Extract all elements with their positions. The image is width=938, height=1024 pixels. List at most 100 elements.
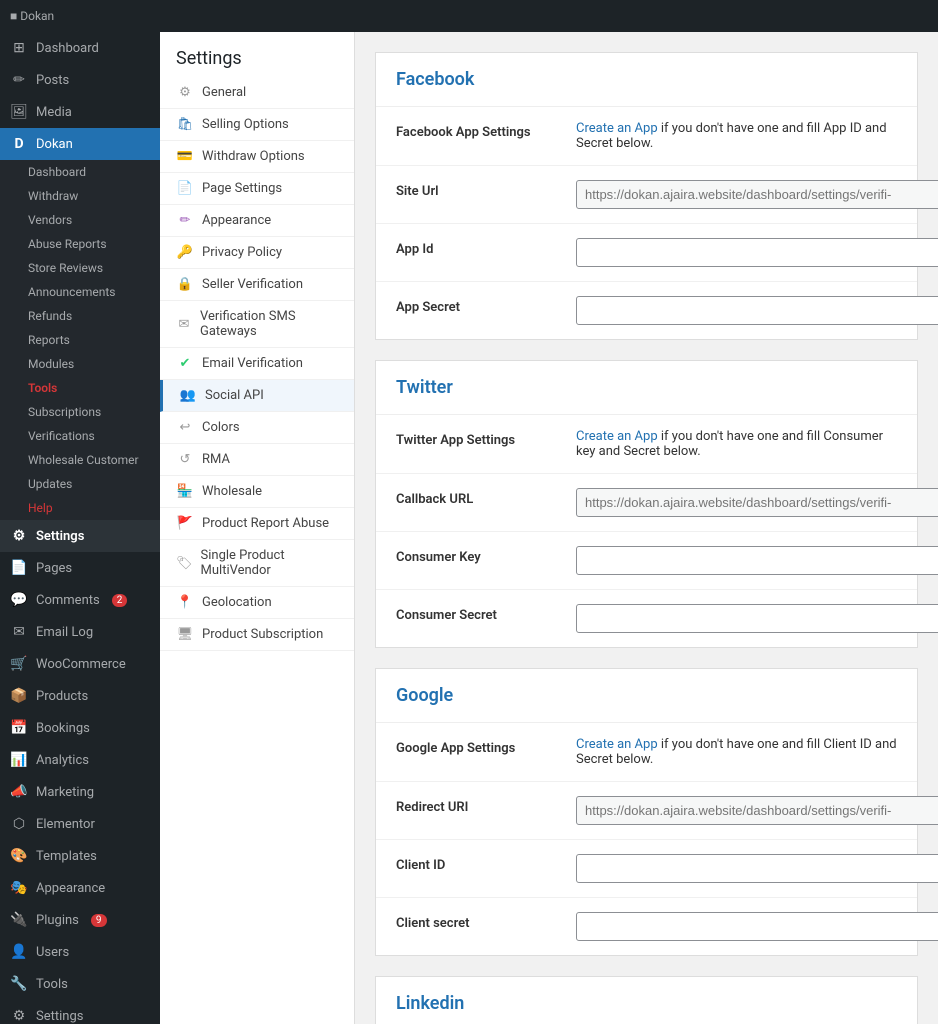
twitter-consumer-secret-row: Consumer Secret (376, 590, 917, 647)
settings-item-page-settings[interactable]: 📄 Page Settings (160, 173, 354, 205)
google-redirect-uri-input[interactable] (576, 796, 938, 825)
google-client-secret-value (576, 912, 938, 941)
settings-item-appearance[interactable]: ✏ Appearance (160, 205, 354, 237)
sidebar-item-appearance[interactable]: 🎭 Appearance (0, 872, 160, 904)
twitter-consumer-key-row: Consumer Key (376, 532, 917, 590)
sidebar-item-reports[interactable]: Reports (0, 328, 160, 352)
social-api-icon: 👥 (179, 388, 197, 403)
settings-item-product-report-abuse[interactable]: 🚩 Product Report Abuse (160, 508, 354, 540)
sub-label: Withdraw (28, 189, 78, 203)
sidebar-item-settings2[interactable]: ⚙ Settings (0, 1000, 160, 1024)
sidebar-item-help[interactable]: Help (0, 496, 160, 520)
dashboard-icon: ⊞ (10, 40, 28, 56)
sidebar-item-modules[interactable]: Modules (0, 352, 160, 376)
sidebar-item-pages[interactable]: 📄 Pages (0, 552, 160, 584)
settings-item-wholesale[interactable]: 🏪 Wholesale (160, 476, 354, 508)
sidebar-item-dashboard[interactable]: ⊞ Dashboard (0, 32, 160, 64)
facebook-app-settings-label: Facebook App Settings (396, 121, 556, 140)
twitter-app-settings-value: Create an App if you don't have one and … (576, 429, 897, 459)
settings-item-social-api[interactable]: 👥 Social API (160, 380, 354, 412)
facebook-title: Facebook (376, 53, 917, 107)
sidebar-item-tools[interactable]: 🔧 Tools (0, 968, 160, 1000)
media-icon: 🖼 (10, 104, 28, 120)
twitter-title: Twitter (376, 361, 917, 415)
facebook-create-app-link[interactable]: Create an App (576, 121, 658, 136)
facebook-app-id-label: App Id (396, 238, 556, 257)
settings-item-selling-options[interactable]: 🛍 Selling Options (160, 109, 354, 141)
sidebar-item-users[interactable]: 👤 Users (0, 936, 160, 968)
sidebar-item-dokan[interactable]: D Dokan (0, 128, 160, 160)
sidebar-item-plugins[interactable]: 🔌 Plugins 9 (0, 904, 160, 936)
settings-item-geolocation[interactable]: 📍 Geolocation (160, 587, 354, 619)
twitter-consumer-secret-input[interactable] (576, 604, 938, 633)
settings-item-rma[interactable]: ↺ RMA (160, 444, 354, 476)
sidebar-item-label: Settings (36, 529, 84, 544)
settings2-icon: ⚙ (10, 1008, 28, 1024)
facebook-app-secret-input[interactable] (576, 296, 938, 325)
sidebar-item-comments[interactable]: 💬 Comments 2 (0, 584, 160, 616)
sidebar: ⊞ Dashboard ✏ Posts 🖼 Media D Dokan Dash… (0, 0, 160, 1024)
selling-icon: 🛍 (176, 117, 194, 132)
report-abuse-icon: 🚩 (176, 516, 194, 531)
settings-item-withdraw-options[interactable]: 💳 Withdraw Options (160, 141, 354, 173)
facebook-app-id-input[interactable] (576, 238, 938, 267)
sub-label: Announcements (28, 285, 115, 299)
sidebar-item-announcements[interactable]: Announcements (0, 280, 160, 304)
settings-item-single-product-multivendor[interactable]: 🏷 Single Product MultiVendor (160, 540, 354, 587)
sidebar-item-elementor[interactable]: ⬡ Elementor (0, 808, 160, 840)
sidebar-item-analytics[interactable]: 📊 Analytics (0, 744, 160, 776)
settings-item-label: Seller Verification (202, 277, 303, 292)
sidebar-item-woocommerce[interactable]: 🛒 WooCommerce (0, 648, 160, 680)
dokan-submenu: Dashboard Withdraw Vendors Abuse Reports… (0, 160, 160, 520)
sub-label: Abuse Reports (28, 237, 107, 251)
google-client-secret-row: Client secret (376, 898, 917, 955)
sidebar-item-wholesale-customer[interactable]: Wholesale Customer (0, 448, 160, 472)
google-app-settings-label: Google App Settings (396, 737, 556, 756)
twitter-app-settings-row: Twitter App Settings Create an App if yo… (376, 415, 917, 474)
sidebar-item-withdraw[interactable]: Withdraw (0, 184, 160, 208)
sidebar-item-subscriptions[interactable]: Subscriptions (0, 400, 160, 424)
pages-icon: 📄 (10, 560, 28, 576)
settings-item-sms-gateway[interactable]: ✉ Verification SMS Gateways (160, 301, 354, 348)
twitter-callback-url-input[interactable] (576, 488, 938, 517)
sidebar-item-vendors[interactable]: Vendors (0, 208, 160, 232)
settings-item-general[interactable]: ⚙ General (160, 77, 354, 109)
sidebar-item-refunds[interactable]: Refunds (0, 304, 160, 328)
sidebar-item-store-reviews[interactable]: Store Reviews (0, 256, 160, 280)
google-create-app-link[interactable]: Create an App (576, 737, 658, 752)
sidebar-item-label: WooCommerce (36, 657, 126, 672)
sidebar-item-products[interactable]: 📦 Products (0, 680, 160, 712)
twitter-consumer-key-value (576, 546, 938, 575)
settings-item-label: Social API (205, 388, 264, 403)
sidebar-item-email-log[interactable]: ✉ Email Log (0, 616, 160, 648)
settings-item-privacy[interactable]: 🔑 Privacy Policy (160, 237, 354, 269)
sidebar-item-tools-sub[interactable]: Tools (0, 376, 160, 400)
settings-item-seller-verification[interactable]: 🔒 Seller Verification (160, 269, 354, 301)
sidebar-item-media[interactable]: 🖼 Media (0, 96, 160, 128)
plugins-icon: 🔌 (10, 912, 28, 928)
sidebar-item-verifications[interactable]: Verifications (0, 424, 160, 448)
settings-item-colors[interactable]: ↩ Colors (160, 412, 354, 444)
twitter-consumer-key-input[interactable] (576, 546, 938, 575)
google-client-secret-input[interactable] (576, 912, 938, 941)
sidebar-item-label: Tools (36, 977, 68, 992)
settings-item-product-subscription[interactable]: 🖥 Product Subscription (160, 619, 354, 651)
google-client-id-input[interactable] (576, 854, 938, 883)
twitter-create-app-link[interactable]: Create an App (576, 429, 658, 444)
sidebar-item-bookings[interactable]: 📅 Bookings (0, 712, 160, 744)
facebook-site-url-input[interactable] (576, 180, 938, 209)
sidebar-item-abuse-reports[interactable]: Abuse Reports (0, 232, 160, 256)
settings-item-label: General (202, 85, 246, 100)
sms-icon: ✉ (176, 317, 192, 332)
sidebar-item-dokan-dashboard[interactable]: Dashboard (0, 160, 160, 184)
sidebar-item-templates[interactable]: 🎨 Templates (0, 840, 160, 872)
settings-sidebar: Settings ⚙ General 🛍 Selling Options 💳 W… (160, 0, 355, 1024)
sidebar-item-label: Users (36, 945, 69, 960)
users-icon: 👤 (10, 944, 28, 960)
google-client-secret-label: Client secret (396, 912, 556, 931)
sidebar-item-settings[interactable]: ⚙ Settings (0, 520, 160, 552)
sidebar-item-marketing[interactable]: 📣 Marketing (0, 776, 160, 808)
sidebar-item-updates[interactable]: Updates (0, 472, 160, 496)
settings-item-email-verification[interactable]: ✔ Email Verification (160, 348, 354, 380)
sidebar-item-posts[interactable]: ✏ Posts (0, 64, 160, 96)
